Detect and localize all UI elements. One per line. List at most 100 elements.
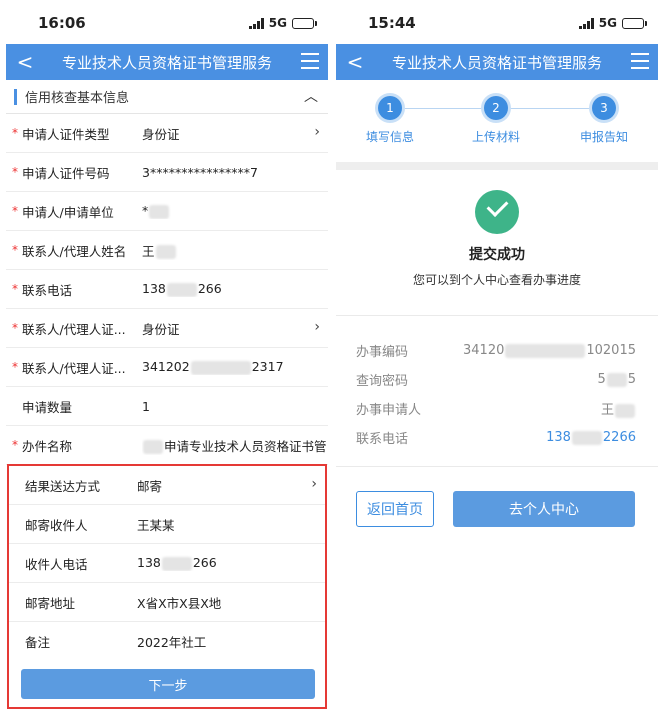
info-label: 联系电话 <box>356 432 409 447</box>
field-label: 申请人证件类型 <box>22 126 110 142</box>
row-recipient-phone[interactable]: 收件人电话 138 266 <box>9 544 325 583</box>
info-row-query-password: 查询密码 5 5 <box>336 365 658 394</box>
field-label: 邮寄地址 <box>25 595 76 611</box>
redacted-blur <box>190 360 251 375</box>
info-row-phone: 联系电话 138 2266 <box>336 423 658 452</box>
redacted-blur <box>155 245 176 259</box>
row-case-name[interactable]: * 办件名称 申请专业技术人员资格证书管 <box>6 426 328 465</box>
step-number: 2 <box>484 96 508 120</box>
check-circle-icon <box>475 190 519 234</box>
info-label: 办事申请人 <box>356 403 422 418</box>
back-icon[interactable]: < <box>14 49 36 75</box>
field-value: 邮寄 <box>137 478 163 494</box>
personal-center-button[interactable]: 去个人中心 <box>453 491 635 527</box>
info-value-prefix: 34120 <box>463 343 505 358</box>
row-contact-id-type[interactable]: * 联系人/代理人证... 身份证 › <box>6 309 328 348</box>
row-contact-phone[interactable]: * 联系电话 138 266 <box>6 270 328 309</box>
redacted-blur <box>505 343 586 358</box>
redacted-blur <box>571 430 602 445</box>
success-subtitle: 您可以到个人中心查看办事进度 <box>412 273 581 287</box>
field-value: 3****************7 <box>142 164 258 180</box>
info-value-prefix: 王 <box>600 403 614 418</box>
row-contact-name[interactable]: * 联系人/代理人姓名 王 <box>6 231 328 270</box>
field-label: 申请数量 <box>22 399 73 415</box>
status-bar: 16:06 5G <box>6 0 328 44</box>
info-value-suffix: 5 <box>627 372 636 387</box>
info-label: 办事编码 <box>356 345 409 360</box>
field-label: 联系人/代理人姓名 <box>22 243 127 259</box>
info-value-suffix: 102015 <box>586 343 636 358</box>
field-label: 联系人/代理人证... <box>22 360 126 376</box>
step-label: 填写信息 <box>365 130 414 144</box>
step-upload: 2 上传材料 <box>456 96 536 145</box>
field-value-suffix: 2317 <box>251 359 284 375</box>
required-mark: * <box>12 243 18 257</box>
submission-info: 办事编码 34120 102015 查询密码 5 5 办事申请人 王 联系电话 13… <box>336 316 658 467</box>
required-mark: * <box>12 360 18 374</box>
step-number: 3 <box>592 96 616 120</box>
field-value: * <box>142 203 149 219</box>
field-label: 申请人/申请单位 <box>22 204 114 220</box>
nav-bar: < 专业技术人员资格证书管理服务 <box>336 44 658 80</box>
required-mark: * <box>12 126 18 140</box>
redacted-blur <box>166 282 197 297</box>
next-step-button[interactable]: 下一步 <box>21 669 315 699</box>
signal-icon <box>248 17 264 29</box>
row-applicant-id-number[interactable]: * 申请人证件号码 3****************7 <box>6 153 328 192</box>
battery-icon <box>292 17 317 29</box>
chevron-right-icon: › <box>314 124 320 140</box>
info-value-prefix: 5 <box>597 372 606 387</box>
row-delivery-method[interactable]: 结果送达方式 邮寄 › <box>9 466 325 505</box>
network-label: 5G <box>268 16 287 30</box>
info-row-applicant: 办事申请人 王 <box>336 394 658 423</box>
battery-icon <box>622 17 647 29</box>
row-applicant-unit[interactable]: * 申请人/申请单位 * <box>6 192 328 231</box>
field-value: 1 <box>142 398 150 414</box>
section-header[interactable]: 信用核查基本信息 ︿ <box>6 80 328 114</box>
step-fill-info: 1 填写信息 <box>350 96 430 145</box>
status-bar: 15:44 5G <box>336 0 658 44</box>
back-home-button[interactable]: 返回首页 <box>356 491 434 527</box>
nav-bar: < 专业技术人员资格证书管理服务 <box>6 44 328 80</box>
field-value: 申请专业技术人员资格证书管 <box>164 438 327 454</box>
required-mark: * <box>12 438 18 452</box>
highlighted-delivery-section: 结果送达方式 邮寄 › 邮寄收件人 王某某 收件人电话 138 266 邮寄地址 … <box>7 464 327 709</box>
menu-icon[interactable] <box>631 53 649 69</box>
info-value-prefix: 138 <box>546 430 571 445</box>
page-title: 专业技术人员资格证书管理服务 <box>391 53 602 72</box>
row-contact-id-number[interactable]: * 联系人/代理人证... 341202 2317 <box>6 348 328 387</box>
field-value: 2022年社工 <box>137 635 207 650</box>
field-value: 身份证 <box>142 321 180 337</box>
required-mark: * <box>12 321 18 335</box>
redacted-blur <box>143 440 163 454</box>
field-value: 王某某 <box>137 517 175 533</box>
field-value-prefix: 138 <box>142 281 166 297</box>
field-value-suffix: 266 <box>197 281 222 297</box>
info-row-case-code: 办事编码 34120 102015 <box>336 336 658 365</box>
field-label: 办件名称 <box>22 438 73 454</box>
row-quantity[interactable]: 申请数量 1 <box>6 387 328 426</box>
required-mark: * <box>12 282 18 296</box>
redacted-blur <box>149 204 170 219</box>
chevron-right-icon: › <box>314 319 320 335</box>
field-value: X省X市X县X地 <box>137 595 222 611</box>
collapse-icon[interactable]: ︿ <box>304 86 318 106</box>
field-label: 联系电话 <box>22 282 73 298</box>
row-address[interactable]: 邮寄地址 X省X市X县X地 <box>9 583 325 622</box>
row-recipient[interactable]: 邮寄收件人 王某某 <box>9 505 325 544</box>
field-label: 联系人/代理人证... <box>22 321 126 337</box>
field-label: 备注 <box>25 635 51 650</box>
menu-icon[interactable] <box>301 53 319 69</box>
divider-band <box>336 162 658 170</box>
field-label: 申请人证件号码 <box>22 165 110 181</box>
signal-icon <box>578 17 594 29</box>
back-icon[interactable]: < <box>344 49 366 75</box>
field-label: 收件人电话 <box>25 556 88 572</box>
step-label: 上传材料 <box>471 130 520 144</box>
row-applicant-id-type[interactable]: * 申请人证件类型 身份证 › <box>6 114 328 153</box>
chevron-right-icon: › <box>311 476 317 492</box>
step-label: 申报告知 <box>579 130 628 144</box>
field-value-prefix: 341202 <box>142 359 190 375</box>
row-remark[interactable]: 备注 2022年社工 <box>9 622 325 661</box>
field-label: 邮寄收件人 <box>25 517 88 533</box>
